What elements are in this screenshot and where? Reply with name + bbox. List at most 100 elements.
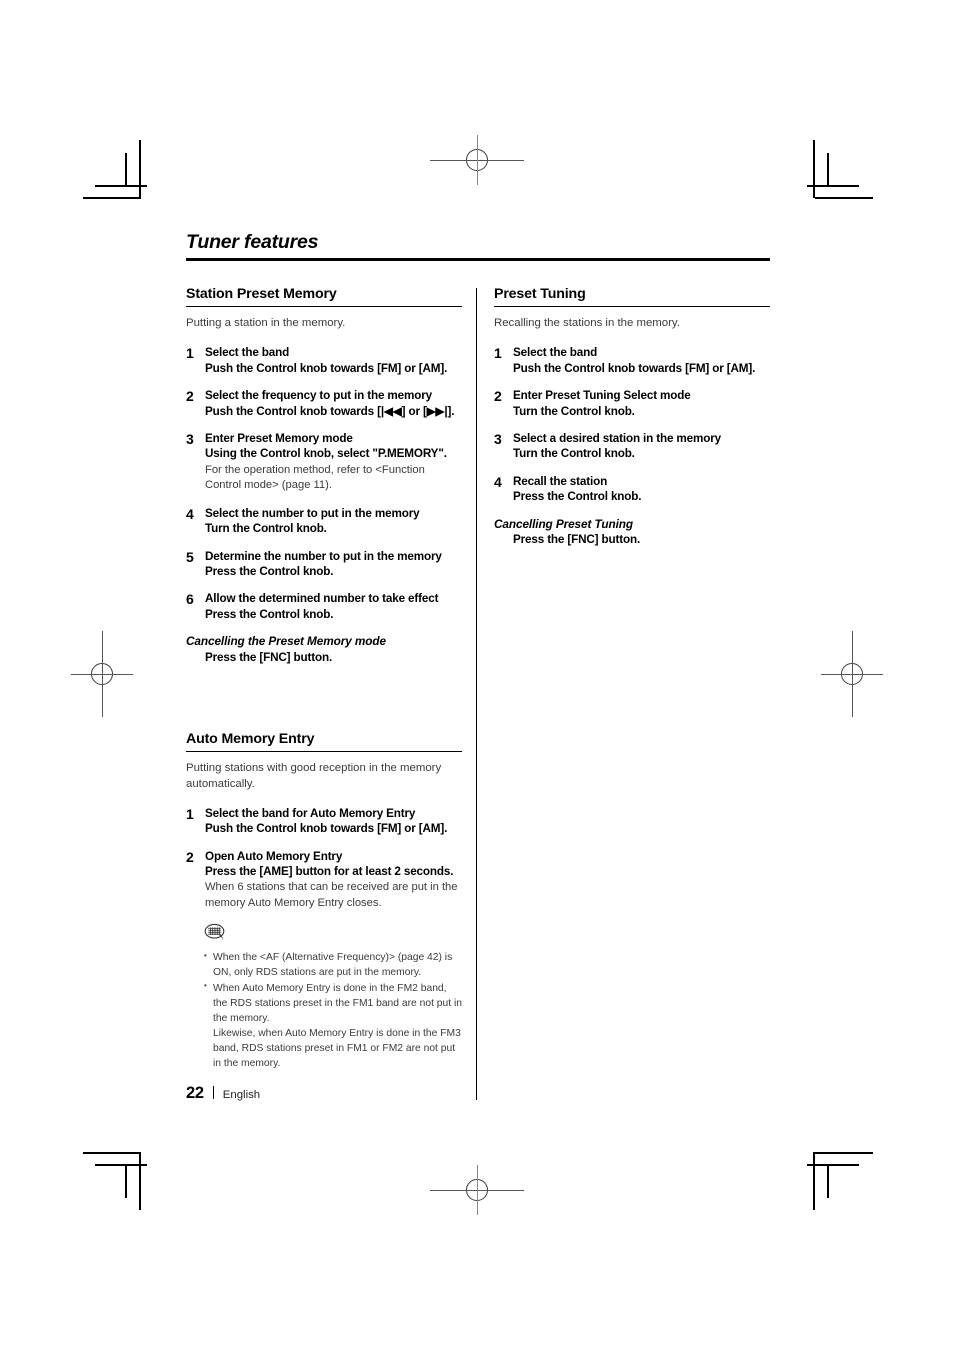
step-heading: Open Auto Memory Entry: [205, 849, 343, 863]
step-heading: Select the frequency to put in the memor…: [205, 389, 432, 403]
two-column-layout: Station Preset Memory Putting a station …: [186, 286, 770, 1101]
cancel-instruction: Press the [FNC] button.: [513, 533, 641, 547]
step-instruction: Press the Control knob.: [513, 490, 642, 504]
cancel-instruction: Press the [FNC] button.: [205, 650, 333, 664]
step-heading: Select the band: [205, 346, 290, 360]
step-item: 2 Select the frequency to put in the mem…: [186, 388, 462, 419]
section-station-preset-memory: Station Preset Memory Putting a station …: [186, 286, 462, 665]
step-heading: Determine the number to put in the memor…: [205, 549, 442, 563]
step-body: Select the band Push the Control knob to…: [513, 345, 770, 376]
note-text: When the <AF (Alternative Frequency)> (p…: [213, 952, 453, 979]
step-heading: Select the band: [513, 346, 598, 360]
section-heading-rule: [494, 306, 770, 308]
note-list-item: When the <AF (Alternative Frequency)> (p…: [204, 950, 462, 980]
registration-mark-bottom-center: [430, 1165, 524, 1215]
note-speech-bubble-icon: [204, 923, 462, 948]
step-item: 4 Recall the station Press the Control k…: [494, 474, 770, 505]
note-text: When Auto Memory Entry is done in the FM…: [213, 982, 462, 1024]
step-instruction: Turn the Control knob.: [513, 447, 635, 461]
step-body: Allow the determined number to take effe…: [205, 591, 462, 622]
step-item: 3 Enter Preset Memory mode Using the Con…: [186, 431, 462, 494]
step-body: Select the frequency to put in the memor…: [205, 388, 462, 419]
step-number: 2: [186, 848, 194, 865]
chapter-title-rule: [186, 258, 770, 262]
step-body: Determine the number to put in the memor…: [205, 549, 462, 580]
step-item: 4 Select the number to put in the memory…: [186, 506, 462, 537]
registration-mark-left-middle: [71, 631, 133, 717]
step-instruction: Press the Control knob.: [205, 565, 334, 579]
step-number: 3: [494, 430, 502, 447]
step-number: 3: [186, 430, 194, 447]
footer-language: English: [222, 1089, 261, 1101]
step-heading: Select the number to put in the memory: [205, 506, 420, 520]
step-instruction: Turn the Control knob.: [205, 522, 327, 536]
crop-mark-top-right-h-inner: [807, 185, 859, 187]
section-preset-tuning: Preset Tuning Recalling the stations in …: [494, 286, 770, 547]
step-body: Select the band Push the Control knob to…: [205, 345, 462, 376]
step-note: For the operation method, refer to <Func…: [205, 463, 425, 492]
step-instruction: Push the Control knob towards [FM] or [A…: [205, 822, 448, 836]
crop-mark-bottom-left-v-inner: [125, 1164, 127, 1198]
step-number: 1: [186, 805, 194, 822]
step-body: Select the band for Auto Memory Entry Pu…: [205, 806, 462, 837]
step-item: 2 Enter Preset Tuning Select mode Turn t…: [494, 388, 770, 419]
page-content: Tuner features Station Preset Memory Put…: [186, 231, 770, 1101]
crop-mark-top-left-v-inner: [125, 153, 127, 187]
cancel-heading: Cancelling Preset Tuning: [494, 516, 633, 531]
section-heading-rule: [186, 306, 462, 308]
step-body: Recall the station Press the Control kno…: [513, 474, 770, 505]
section-heading: Station Preset Memory: [186, 286, 337, 303]
right-column: Preset Tuning Recalling the stations in …: [494, 286, 770, 559]
footer-page-number: 22: [186, 1084, 204, 1102]
crop-mark-bottom-right-h-inner: [807, 1164, 859, 1166]
registration-mark-top-center: [430, 135, 524, 185]
step-item: 1 Select the band for Auto Memory Entry …: [186, 806, 462, 837]
section-heading-rule: [186, 751, 462, 753]
crop-mark-top-right-h-outer: [815, 197, 873, 199]
section-heading: Auto Memory Entry: [186, 731, 315, 748]
page-title: Tuner features: [186, 231, 319, 253]
note-text-continuation: Likewise, when Auto Memory Entry is done…: [213, 1027, 461, 1070]
step-number: 6: [186, 591, 194, 608]
step-body: Enter Preset Tuning Select mode Turn the…: [513, 388, 770, 419]
step-body: Open Auto Memory Entry Press the [AME] b…: [205, 849, 462, 912]
crop-mark-top-right-v-outer: [813, 140, 815, 198]
crop-mark-bottom-right-h-outer: [815, 1152, 873, 1154]
cancel-heading: Cancelling the Preset Memory mode: [186, 634, 386, 649]
cancel-block: Cancelling Preset Tuning Press the [FNC]…: [494, 517, 770, 548]
step-heading: Select a desired station in the memory: [513, 431, 721, 445]
section-intro: Putting a station in the memory.: [186, 317, 346, 330]
step-number: 2: [186, 388, 194, 405]
crop-mark-bottom-left-v-outer: [139, 1152, 141, 1210]
step-number: 1: [186, 345, 194, 362]
column-gutter: [462, 286, 494, 1101]
step-body: Enter Preset Memory mode Using the Contr…: [205, 431, 462, 494]
step-item: 1 Select the band Push the Control knob …: [494, 345, 770, 376]
step-heading: Select the band for Auto Memory Entry: [205, 806, 416, 820]
step-item: 2 Open Auto Memory Entry Press the [AME]…: [186, 849, 462, 912]
left-column: Station Preset Memory Putting a station …: [186, 286, 462, 1071]
note-block: When the <AF (Alternative Frequency)> (p…: [186, 923, 462, 1071]
crop-mark-bottom-right-v-inner: [827, 1164, 829, 1198]
note-list: When the <AF (Alternative Frequency)> (p…: [204, 950, 462, 1071]
section-intro: Recalling the stations in the memory.: [494, 317, 680, 330]
crop-mark-top-left-h-outer: [83, 197, 141, 199]
step-instruction: Using the Control knob, select "P.MEMORY…: [205, 447, 447, 461]
step-number: 4: [494, 473, 502, 490]
step-instruction: Press the [AME] button for at least 2 se…: [205, 864, 454, 878]
step-instruction: Press the Control knob.: [205, 607, 334, 621]
step-number: 5: [186, 548, 194, 565]
note-list-item: When Auto Memory Entry is done in the FM…: [204, 980, 462, 1072]
step-instruction: Push the Control knob towards [|◀◀] or […: [205, 404, 455, 418]
step-heading: Allow the determined number to take effe…: [205, 592, 439, 606]
step-note: When 6 stations that can be received are…: [205, 881, 458, 909]
step-item: 3 Select a desired station in the memory…: [494, 431, 770, 462]
step-heading: Enter Preset Memory mode: [205, 431, 353, 445]
crop-mark-bottom-left-h-inner: [95, 1164, 147, 1166]
crop-mark-bottom-left-h-outer: [83, 1152, 141, 1154]
step-number: 2: [494, 388, 502, 405]
column-divider-rule: [476, 288, 477, 1101]
step-item: 5 Determine the number to put in the mem…: [186, 549, 462, 580]
step-number: 1: [494, 345, 502, 362]
